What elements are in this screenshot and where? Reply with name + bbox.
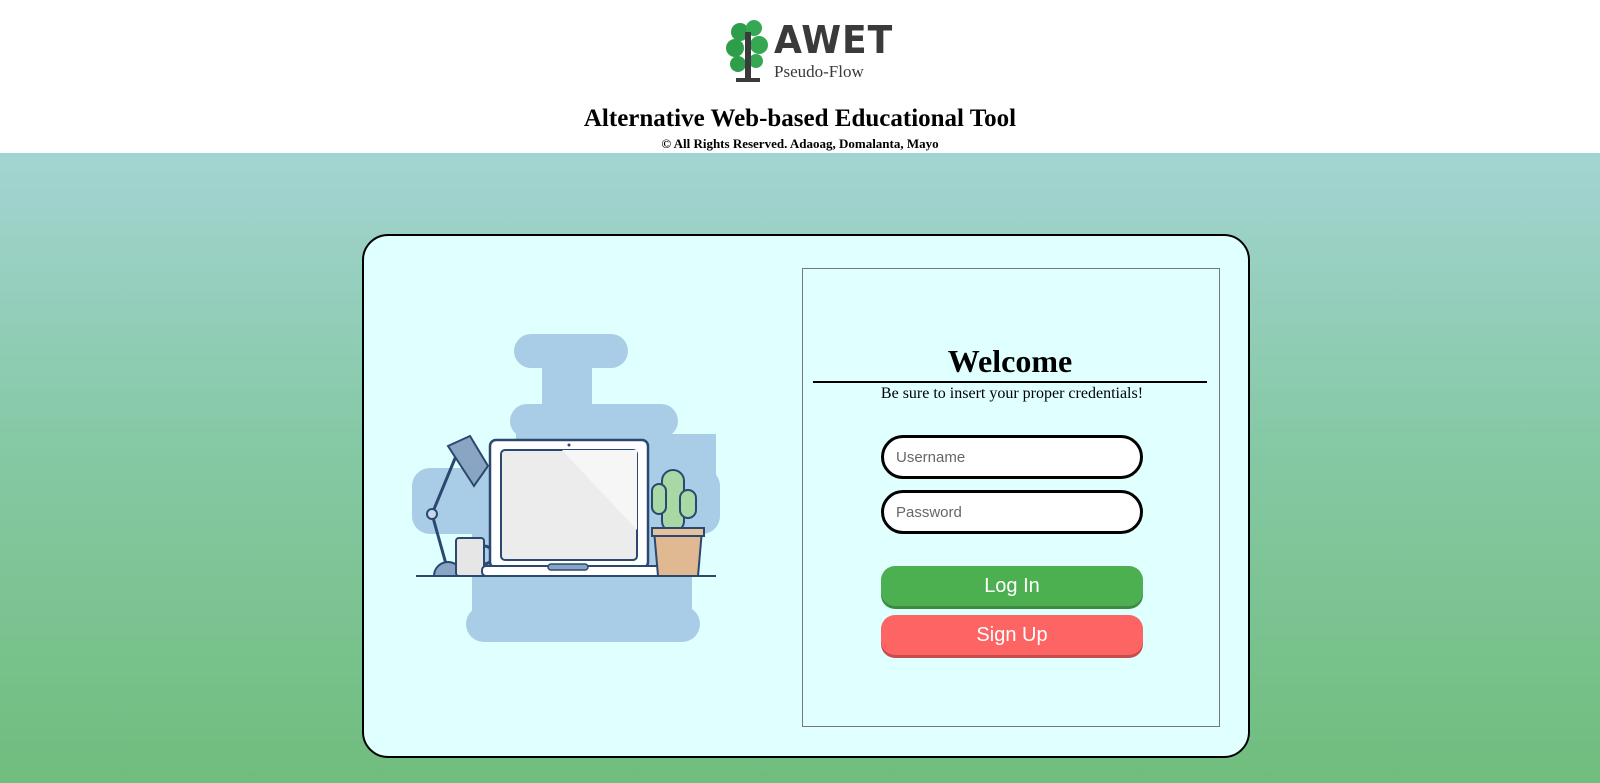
password-input[interactable] (881, 490, 1143, 534)
tree-icon (726, 20, 768, 82)
workspace-illustration (412, 334, 720, 642)
heading-divider (813, 381, 1207, 383)
awet-logo: AWET Pseudo-Flow (726, 18, 892, 86)
logo-word: AWET (774, 18, 894, 62)
copyright-text: © All Rights Reserved. Adaoag, Domalanta… (661, 136, 939, 151)
logo-subtitle: Pseudo-Flow (774, 62, 864, 81)
laptop-icon (481, 438, 675, 577)
login-card: Welcome Be sure to insert your proper cr… (362, 234, 1250, 758)
header: AWET Pseudo-Flow Alternative Web-based E… (0, 0, 1600, 153)
login-button[interactable]: Log In (881, 566, 1143, 606)
username-input[interactable] (881, 435, 1143, 479)
app-title: Alternative Web-based Educational Tool (583, 105, 1017, 132)
welcome-heading: Welcome (947, 343, 1073, 379)
signup-button[interactable]: Sign Up (881, 615, 1143, 655)
login-form: Welcome Be sure to insert your proper cr… (802, 268, 1220, 727)
credentials-hint: Be sure to insert your proper credential… (880, 385, 1144, 402)
